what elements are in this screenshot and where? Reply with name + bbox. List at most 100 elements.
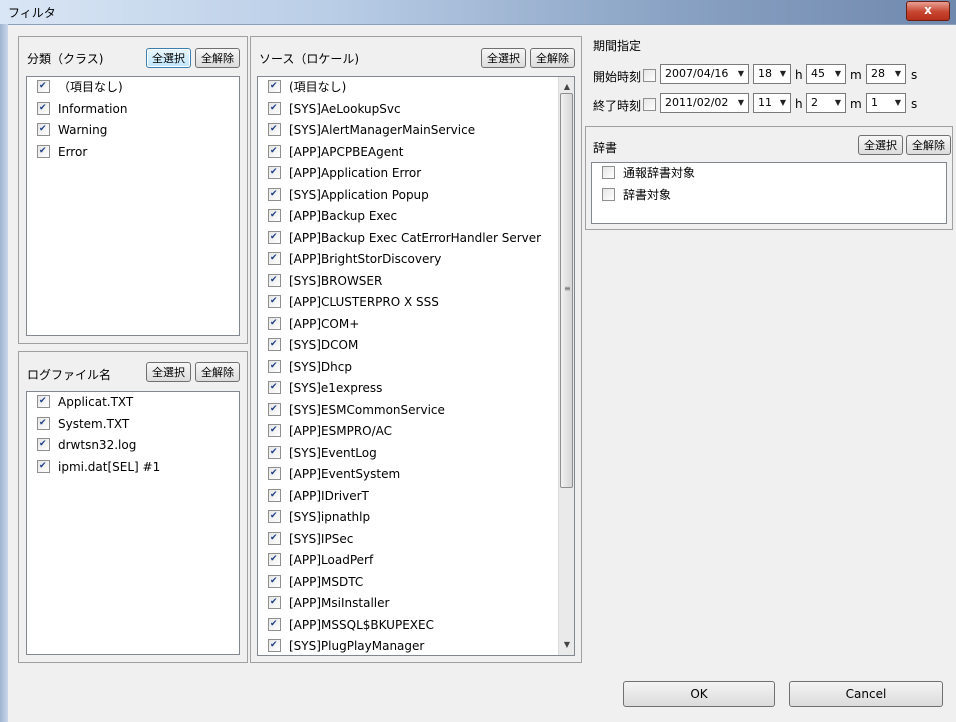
checkbox[interactable]: [37, 416, 50, 430]
scroll-down-arrow-icon[interactable]: ▼: [559, 637, 574, 653]
source-list-item[interactable]: [APP]LoadPerf: [258, 550, 574, 572]
end-date-picker[interactable]: 2011/02/02 ▼: [660, 93, 749, 113]
end-second-select[interactable]: 1 ▼: [866, 93, 906, 113]
start-second-select[interactable]: 28 ▼: [866, 64, 906, 84]
checkbox[interactable]: [268, 316, 281, 330]
checkbox[interactable]: [268, 101, 281, 115]
checkbox[interactable]: [602, 166, 615, 180]
start-time-checkbox[interactable]: [643, 69, 656, 82]
classification-list-item[interactable]: Error: [27, 142, 239, 164]
source-list-item[interactable]: [SYS]DCOM: [258, 335, 574, 357]
source-list-item[interactable]: [APP]Backup Exec CatErrorHandler Server: [258, 228, 574, 250]
source-list-item[interactable]: [APP]MSSQL$BKUPEXEC: [258, 615, 574, 637]
logfile-list-item[interactable]: Applicat.TXT: [27, 392, 239, 414]
checkbox[interactable]: [268, 359, 281, 373]
scroll-thumb[interactable]: ≡: [560, 93, 573, 488]
checkbox[interactable]: [268, 80, 281, 94]
source-list-item[interactable]: [SYS]IPSec: [258, 529, 574, 551]
source-list-item[interactable]: [SYS]BROWSER: [258, 271, 574, 293]
source-list-item[interactable]: [APP]CLUSTERPRO X SSS: [258, 292, 574, 314]
source-list-item[interactable]: [SYS]EventLog: [258, 443, 574, 465]
checkbox[interactable]: [268, 381, 281, 395]
checkbox[interactable]: [268, 445, 281, 459]
dictionary-list-item[interactable]: 辞書対象: [592, 185, 946, 207]
source-list-item[interactable]: [APP]EventSystem: [258, 464, 574, 486]
logfile-select-all-button[interactable]: 全選択: [146, 362, 191, 382]
dictionary-clear-all-button[interactable]: 全解除: [906, 135, 951, 155]
start-date-picker[interactable]: 2007/04/16 ▼: [660, 64, 749, 84]
logfile-list-item[interactable]: ipmi.dat[SEL] #1: [27, 457, 239, 479]
logfile-clear-all-button[interactable]: 全解除: [195, 362, 240, 382]
checkbox[interactable]: [268, 295, 281, 309]
source-list-item[interactable]: [APP]APCPBEAgent: [258, 142, 574, 164]
end-hour-select[interactable]: 11 ▼: [753, 93, 791, 113]
source-list-item[interactable]: [SYS]e1express: [258, 378, 574, 400]
source-list-item[interactable]: [SYS]PlugPlayManager: [258, 636, 574, 655]
source-list-item[interactable]: [APP]MSDTC: [258, 572, 574, 594]
checkbox[interactable]: [37, 123, 50, 137]
ok-button[interactable]: OK: [623, 681, 775, 707]
title-bar[interactable]: フィルタ x: [0, 0, 956, 25]
source-clear-all-button[interactable]: 全解除: [530, 48, 575, 68]
source-select-all-button[interactable]: 全選択: [481, 48, 526, 68]
source-list-item[interactable]: [APP]MsiInstaller: [258, 593, 574, 615]
checkbox[interactable]: [268, 123, 281, 137]
dictionary-list[interactable]: 通報辞書対象 辞書対象: [591, 162, 947, 224]
end-minute-select[interactable]: 2 ▼: [806, 93, 846, 113]
checkbox[interactable]: [268, 488, 281, 502]
source-list-item[interactable]: [SYS]Dhcp: [258, 357, 574, 379]
checkbox[interactable]: [268, 424, 281, 438]
checkbox[interactable]: [37, 144, 50, 158]
checkbox[interactable]: [268, 338, 281, 352]
classification-clear-all-button[interactable]: 全解除: [195, 48, 240, 68]
classification-list-item[interactable]: （項目なし): [27, 77, 239, 99]
logfile-list[interactable]: Applicat.TXT System.TXT drwtsn32.log ipmi.d…: [26, 391, 240, 655]
source-list-item[interactable]: [APP]IDriverT: [258, 486, 574, 508]
classification-list[interactable]: （項目なし) Information Warning Error: [26, 76, 240, 336]
checkbox[interactable]: [268, 144, 281, 158]
checkbox[interactable]: [268, 639, 281, 653]
checkbox[interactable]: [37, 438, 50, 452]
checkbox[interactable]: [268, 230, 281, 244]
logfile-list-item[interactable]: drwtsn32.log: [27, 435, 239, 457]
checkbox[interactable]: [268, 531, 281, 545]
source-scrollbar[interactable]: ▲ ≡ ▼: [558, 77, 574, 655]
classification-list-item[interactable]: Information: [27, 99, 239, 121]
checkbox[interactable]: [37, 80, 50, 94]
checkbox[interactable]: [268, 402, 281, 416]
source-list-item[interactable]: [APP]Application Error: [258, 163, 574, 185]
checkbox[interactable]: [37, 395, 50, 409]
checkbox[interactable]: [268, 467, 281, 481]
source-list-item[interactable]: [APP]BrightStorDiscovery: [258, 249, 574, 271]
checkbox[interactable]: [268, 617, 281, 631]
source-list-item[interactable]: [APP]Backup Exec: [258, 206, 574, 228]
checkbox[interactable]: [602, 187, 615, 201]
checkbox[interactable]: [268, 252, 281, 266]
end-time-checkbox[interactable]: [643, 98, 656, 111]
checkbox[interactable]: [268, 187, 281, 201]
checkbox[interactable]: [37, 459, 50, 473]
checkbox[interactable]: [268, 166, 281, 180]
source-list[interactable]: (項目なし) [SYS]AeLookupSvc [SYS]AlertManagerM…: [257, 76, 575, 656]
logfile-list-item[interactable]: System.TXT: [27, 414, 239, 436]
checkbox[interactable]: [268, 596, 281, 610]
source-list-item[interactable]: [APP]COM+: [258, 314, 574, 336]
dictionary-select-all-button[interactable]: 全選択: [858, 135, 903, 155]
start-hour-select[interactable]: 18 ▼: [753, 64, 791, 84]
checkbox[interactable]: [268, 574, 281, 588]
source-list-item[interactable]: [SYS]ESMCommonService: [258, 400, 574, 422]
checkbox[interactable]: [37, 101, 50, 115]
classification-list-item[interactable]: Warning: [27, 120, 239, 142]
source-list-item[interactable]: [SYS]ipnathlp: [258, 507, 574, 529]
checkbox[interactable]: [268, 273, 281, 287]
close-button[interactable]: x: [906, 1, 950, 21]
cancel-button[interactable]: Cancel: [789, 681, 943, 707]
checkbox[interactable]: [268, 553, 281, 567]
source-list-item[interactable]: [SYS]AeLookupSvc: [258, 99, 574, 121]
dictionary-list-item[interactable]: 通報辞書対象: [592, 163, 946, 185]
classification-select-all-button[interactable]: 全選択: [146, 48, 191, 68]
checkbox[interactable]: [268, 510, 281, 524]
source-list-item[interactable]: [SYS]AlertManagerMainService: [258, 120, 574, 142]
checkbox[interactable]: [268, 209, 281, 223]
source-list-item[interactable]: (項目なし): [258, 77, 574, 99]
